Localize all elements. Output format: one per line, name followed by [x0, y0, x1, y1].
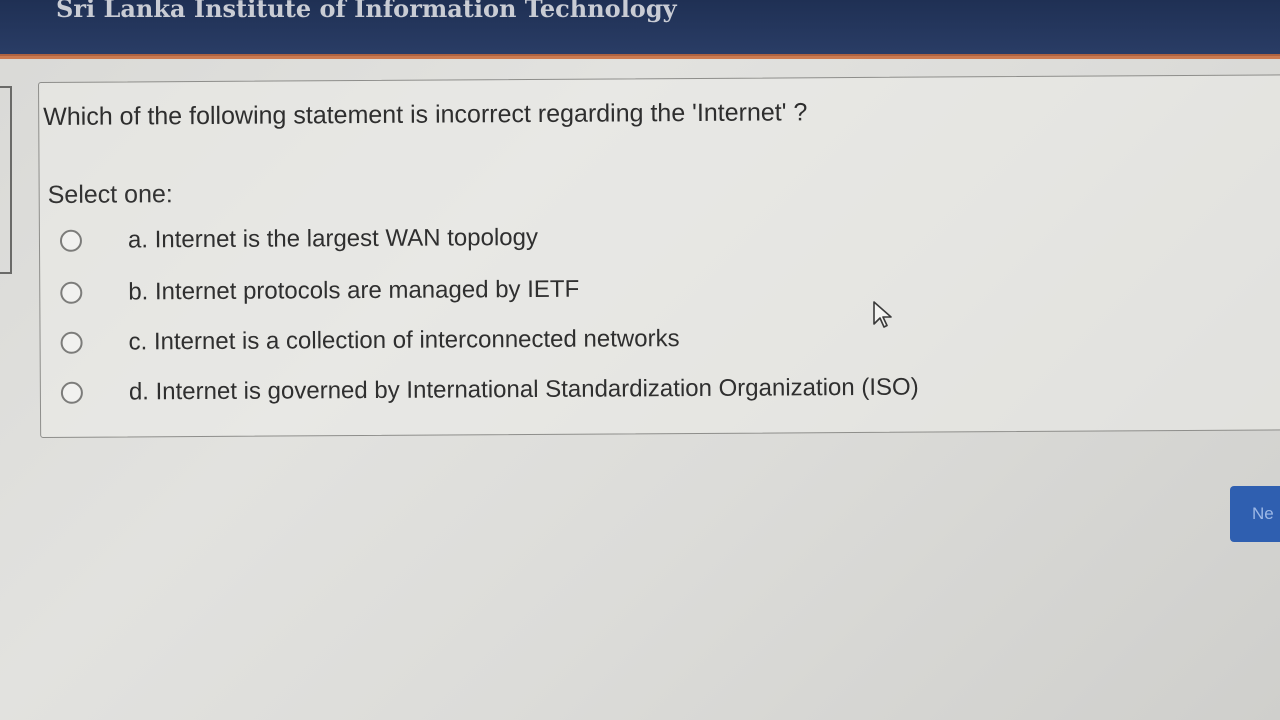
radio-button-icon[interactable] [60, 381, 83, 404]
radio-button-icon[interactable] [60, 281, 83, 304]
question-card: Which of the following statement is inco… [38, 74, 1280, 438]
site-title: Sri Lanka Institute of Information Techn… [56, 0, 677, 23]
answer-label[interactable]: c. Internet is a collection of interconn… [129, 325, 680, 356]
radio-button-icon[interactable] [59, 229, 83, 252]
answer-option-d[interactable]: d. Internet is governed by International… [60, 368, 919, 413]
header-accent-bar [0, 54, 1280, 59]
answer-list: a. Internet is the largest WAN topology … [39, 75, 1280, 437]
answer-option-a[interactable]: a. Internet is the largest WAN topology [59, 218, 538, 261]
quiz-navigation-edge[interactable] [0, 86, 12, 274]
site-header: Sri Lanka Institute of Information Techn… [0, 0, 1280, 56]
mouse-pointer-icon [873, 301, 892, 328]
radio-button-icon[interactable] [60, 331, 83, 354]
next-page-button[interactable]: Ne [1230, 486, 1280, 542]
answer-option-c[interactable]: c. Internet is a collection of interconn… [60, 319, 680, 363]
answer-label[interactable]: d. Internet is governed by International… [129, 374, 919, 407]
answer-option-b[interactable]: b. Internet protocols are managed by IET… [60, 270, 579, 313]
answer-label[interactable]: a. Internet is the largest WAN topology [128, 224, 538, 255]
answer-label[interactable]: b. Internet protocols are managed by IET… [128, 276, 579, 307]
